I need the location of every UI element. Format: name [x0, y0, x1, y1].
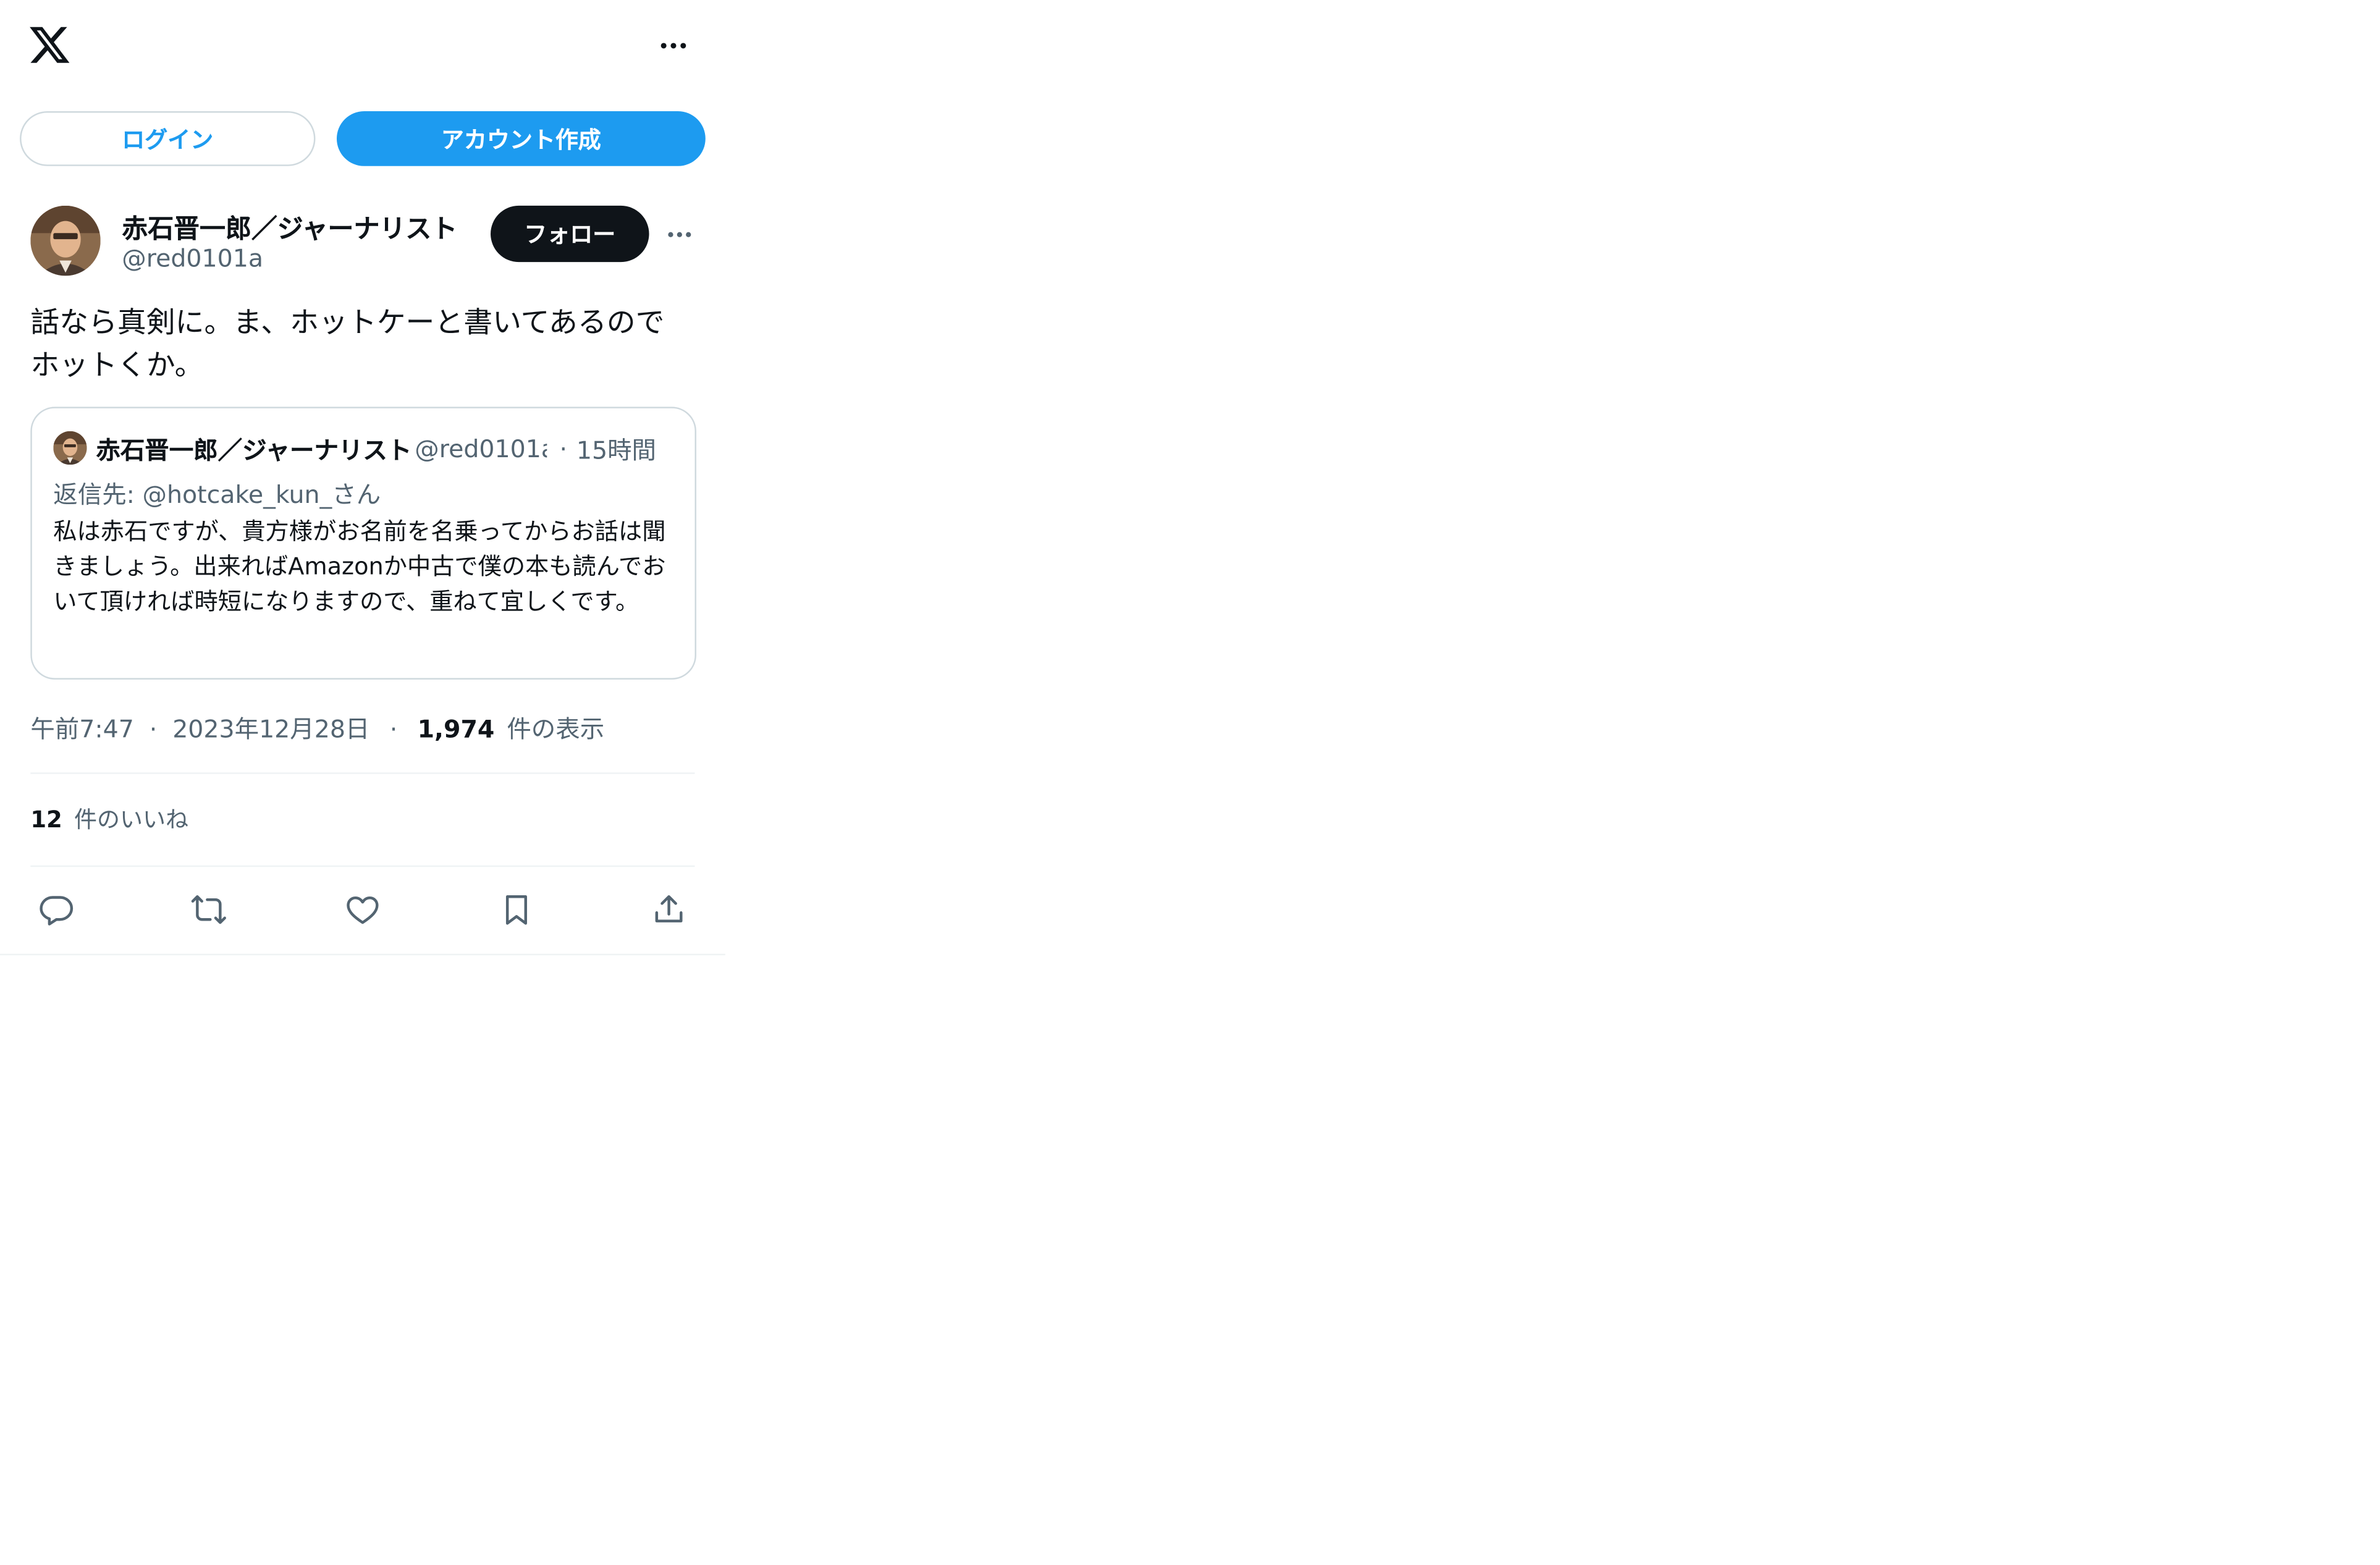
likes-label: 件のいいね	[74, 806, 188, 833]
likes-summary[interactable]: 12 件のいいね	[30, 803, 188, 835]
tweet-meta: 午前7:47 · 2023年12月28日 · 1,974 件の表示	[30, 709, 604, 745]
quoted-reply-to: 返信先: @hotcake_kun_さん	[53, 479, 381, 509]
likes-count: 12	[30, 806, 62, 833]
tweet-date[interactable]: 2023年12月28日	[172, 715, 369, 744]
quoted-author-avatar	[53, 431, 87, 465]
author-name[interactable]: 赤石晋一郎／ジャーナリスト	[122, 207, 457, 245]
retweet-icon[interactable]	[186, 887, 232, 932]
top-bar	[0, 0, 725, 91]
tweet-more-icon[interactable]	[661, 216, 698, 253]
quoted-author-handle: @red0101a	[415, 433, 547, 463]
login-button[interactable]: ログイン	[20, 111, 316, 166]
x-logo-icon[interactable]	[27, 23, 72, 67]
create-account-button[interactable]: アカウント作成	[336, 111, 706, 166]
share-icon[interactable]	[646, 887, 692, 932]
views-count: 1,974	[417, 714, 495, 744]
quoted-separator: ·	[559, 433, 568, 463]
tweet-column: ログイン アカウント作成 赤石晋一郎／ジャーナリスト @red0101a フォロ…	[0, 0, 725, 956]
quoted-tweet-header: 赤石晋一郎／ジャーナリスト @red0101a · 15時間	[96, 429, 678, 466]
follow-button[interactable]: フォロー	[491, 205, 649, 263]
author-handle[interactable]: @red0101a	[122, 244, 263, 273]
views-label: 件の表示	[507, 714, 605, 744]
reply-icon[interactable]	[33, 887, 79, 932]
bookmark-icon[interactable]	[494, 887, 539, 932]
meta-separator: ·	[389, 714, 398, 744]
like-icon[interactable]	[340, 887, 386, 932]
divider	[30, 865, 695, 867]
tweet-text: 話なら真剣に。ま、ホットケーと書いてあるので ホットくか。	[30, 306, 665, 382]
more-options-icon[interactable]	[652, 27, 694, 64]
quoted-tweet-time: 15時間	[576, 436, 657, 465]
meta-separator: ·	[149, 714, 158, 744]
quoted-author-name: 赤石晋一郎／ジャーナリスト	[96, 436, 412, 465]
quoted-tweet-text: 私は赤石ですが、貴方様がお名前を名乗ってからお話は聞きましょう。出来ればAmaz…	[53, 518, 666, 616]
divider	[30, 772, 695, 774]
author-avatar[interactable]	[30, 205, 101, 276]
page-root: ログイン アカウント作成 赤石晋一郎／ジャーナリスト @red0101a フォロ…	[0, 0, 2380, 1565]
tweet-time[interactable]: 午前7:47	[30, 715, 134, 744]
quoted-tweet[interactable]: 赤石晋一郎／ジャーナリスト @red0101a · 15時間 返信先: @hot…	[30, 407, 696, 680]
